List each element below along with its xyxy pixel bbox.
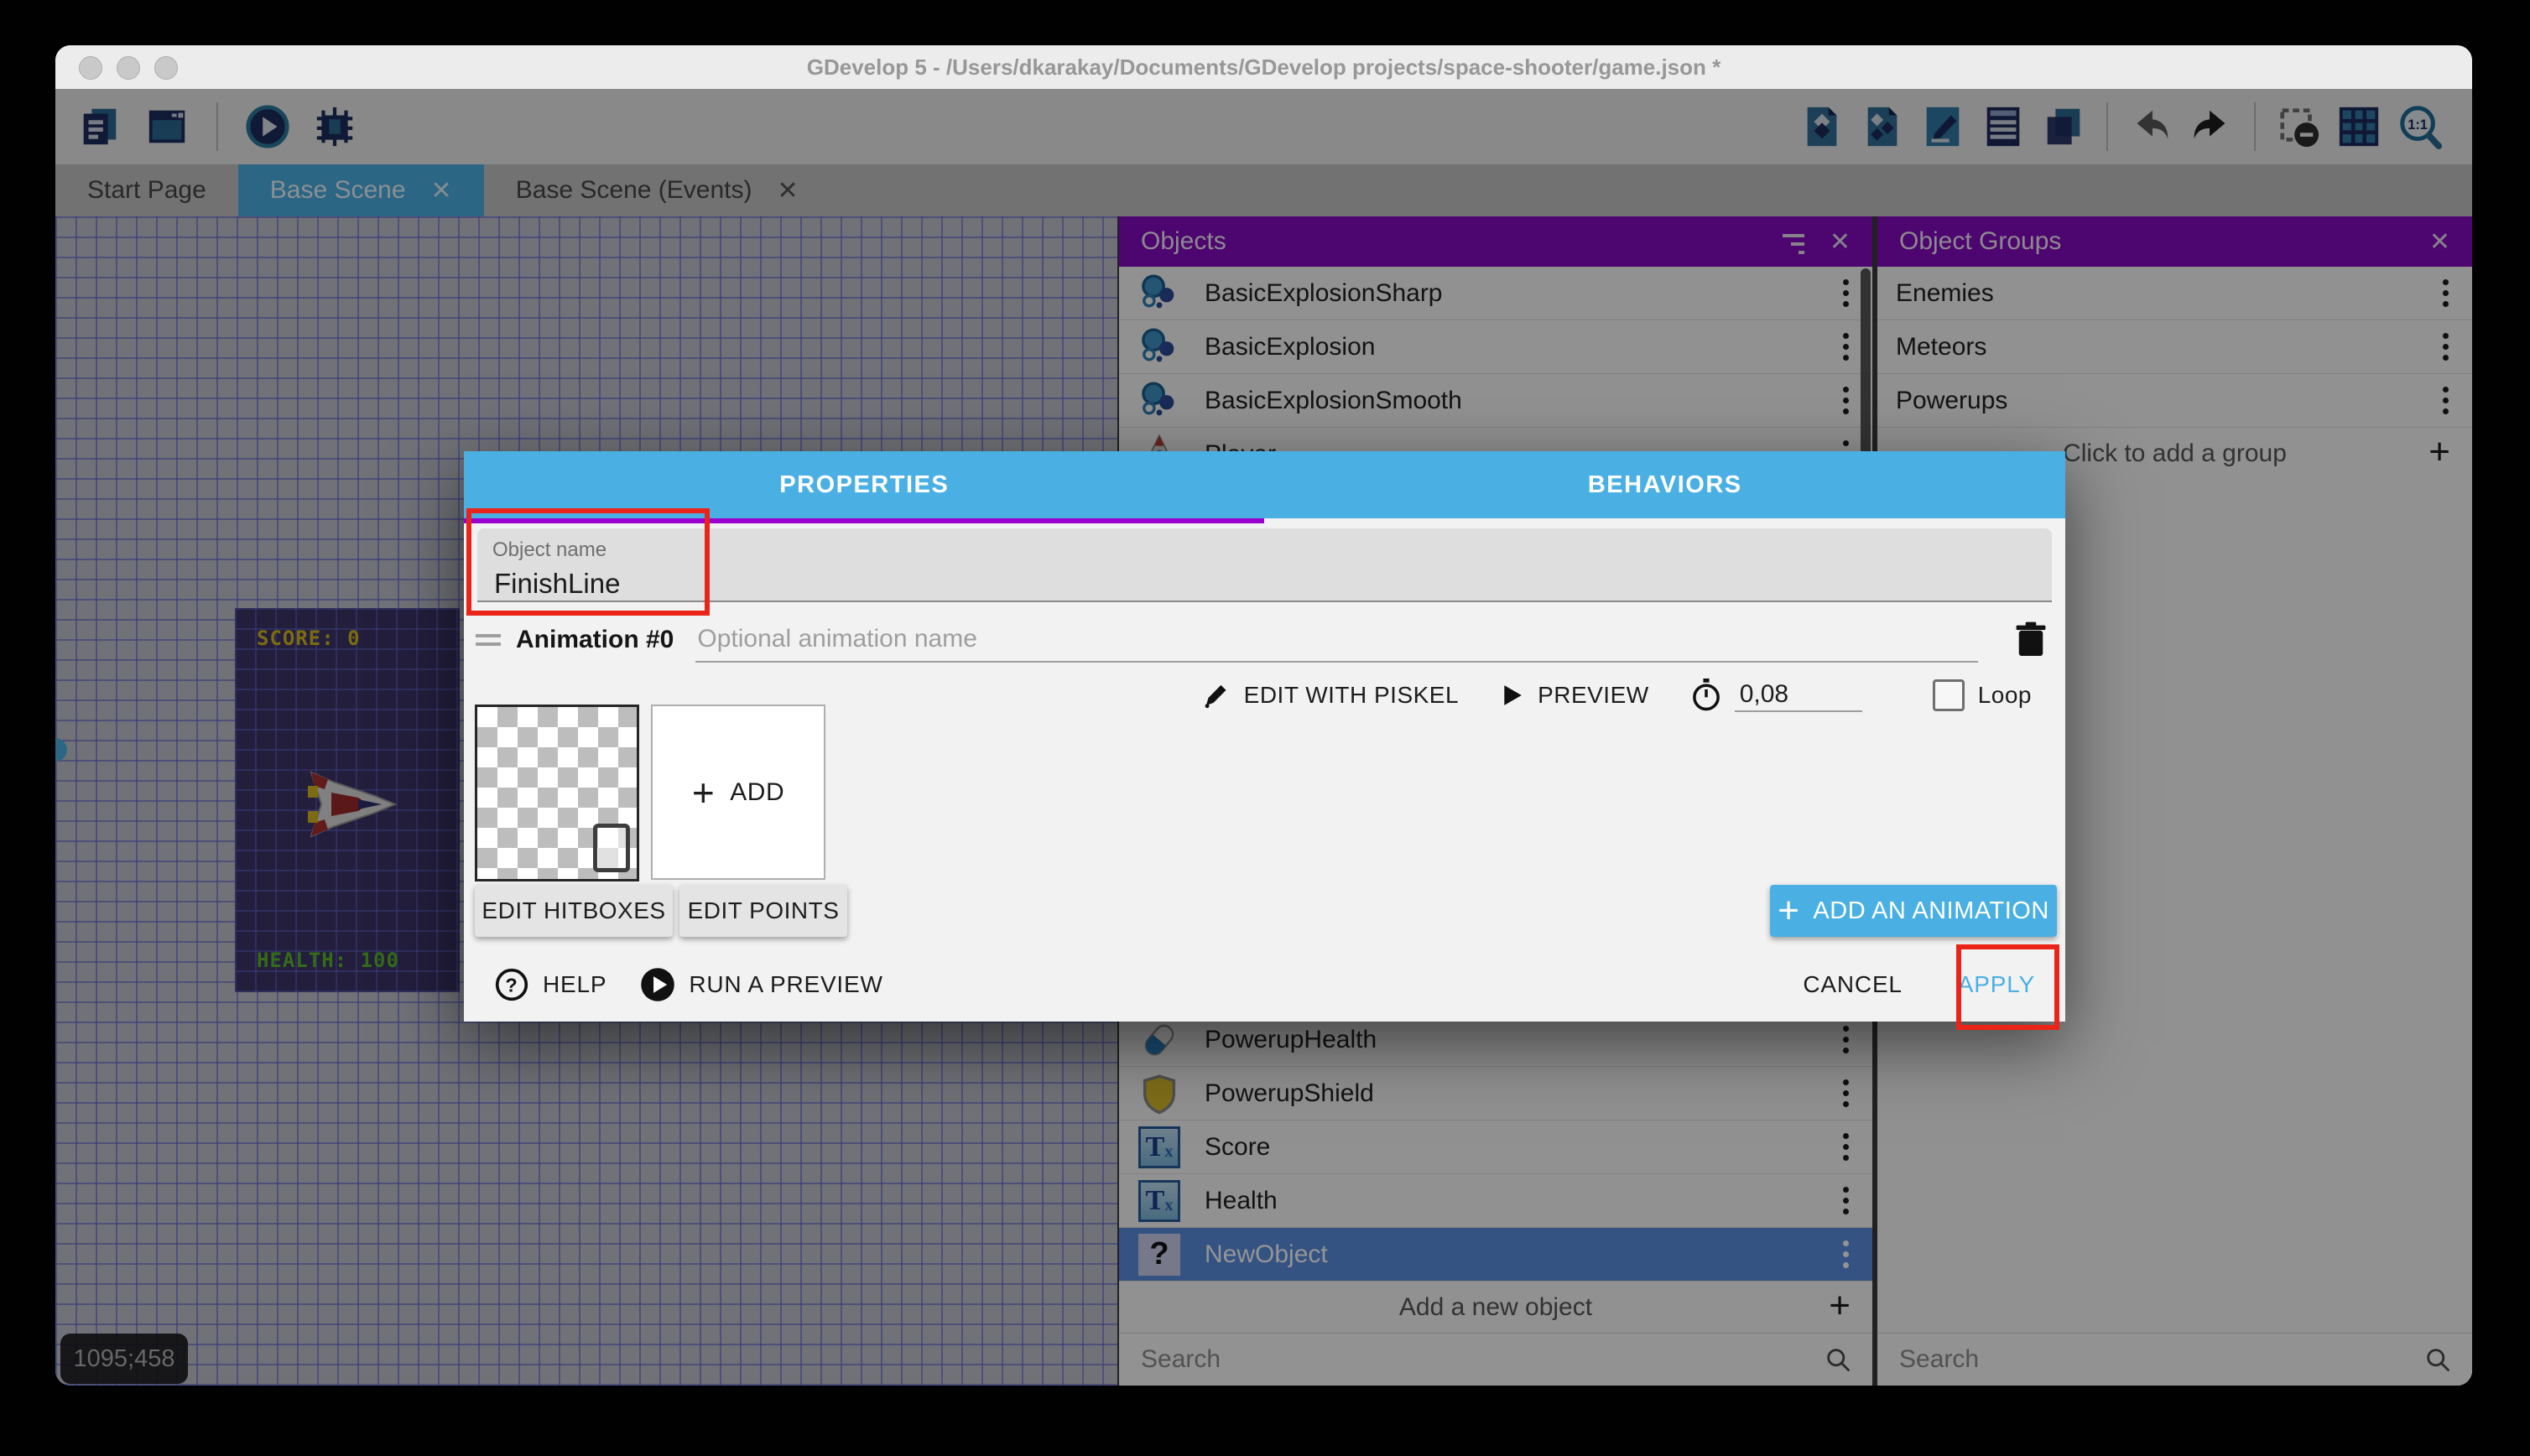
run-preview-button[interactable]: RUN A PREVIEW: [640, 967, 882, 1002]
edit-hitboxes-button[interactable]: EDIT HITBOXES: [475, 885, 673, 937]
pencil-icon: [1202, 681, 1231, 710]
add-animation-button[interactable]: + ADD AN ANIMATION: [1770, 885, 2057, 937]
add-frame-tile[interactable]: + ADD: [651, 705, 825, 880]
animation-label: Animation #0: [516, 626, 674, 654]
animation-controls: EDIT WITH PISKEL PREVIEW Loop: [1202, 671, 2032, 720]
traffic-lights: [79, 56, 178, 80]
frame-select-checkbox[interactable]: [593, 824, 630, 872]
dialog-footer: ? HELP RUN A PREVIEW CANCEL APPLY: [464, 948, 2065, 1022]
tab-behaviors[interactable]: BEHAVIORS: [1265, 451, 2066, 518]
svg-text:?: ?: [505, 975, 518, 996]
help-icon: ?: [494, 967, 529, 1002]
edit-with-piskel-button[interactable]: EDIT WITH PISKEL: [1244, 682, 1459, 709]
play-circle-icon: [640, 967, 675, 1002]
animation-name-input[interactable]: [695, 617, 1978, 663]
drag-handle-icon[interactable]: [476, 629, 501, 651]
frame-duration-input[interactable]: [1735, 679, 1862, 712]
app-window: GDevelop 5 - /Users/dkarakay/Documents/G…: [55, 45, 2472, 1386]
plus-icon: +: [692, 770, 715, 815]
frame-thumbnail[interactable]: [475, 705, 639, 881]
minimize-window-button[interactable]: [117, 56, 140, 80]
delete-animation-icon[interactable]: [2015, 621, 2047, 659]
edit-points-button[interactable]: EDIT POINTS: [679, 885, 847, 937]
help-button[interactable]: ? HELP: [494, 967, 606, 1002]
cancel-button[interactable]: CANCEL: [1803, 971, 1902, 998]
animation-row: Animation #0: [476, 616, 2047, 664]
play-icon: [1501, 683, 1524, 708]
loop-label: Loop: [1978, 682, 2032, 709]
window-title: GDevelop 5 - /Users/dkarakay/Documents/G…: [807, 55, 1721, 81]
annotation-apply-box: [1956, 944, 2059, 1030]
close-window-button[interactable]: [79, 56, 102, 80]
object-name-field: Object name: [477, 528, 2052, 602]
preview-button[interactable]: PREVIEW: [1538, 682, 1649, 709]
timer-icon: [1691, 679, 1721, 712]
plus-icon: +: [1778, 890, 1799, 932]
titlebar: GDevelop 5 - /Users/dkarakay/Documents/G…: [55, 45, 2472, 89]
object-name-label: Object name: [492, 538, 2037, 562]
annotation-object-name-box: [466, 508, 710, 616]
app-content: 1:1 Start Page Base Scene✕ Base Scene (E…: [55, 89, 2472, 1386]
zoom-window-button[interactable]: [154, 56, 178, 80]
loop-checkbox[interactable]: [1933, 679, 1965, 711]
